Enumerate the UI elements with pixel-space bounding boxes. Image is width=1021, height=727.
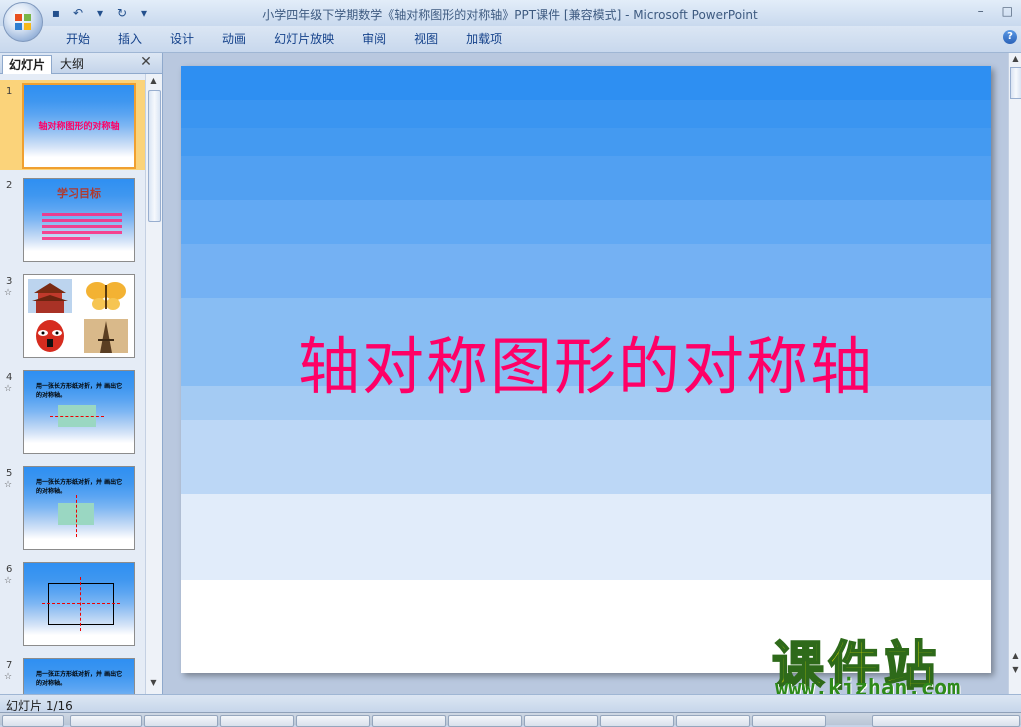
- save-icon[interactable]: ▪: [48, 5, 64, 21]
- slide-thumbnails: 1 轴对称图形的对称轴 2 学习目标 3 ☆ 4 ☆ 用一张长方形纸对折，并 画…: [0, 74, 145, 694]
- slide-number: 6: [6, 564, 13, 575]
- redo-icon[interactable]: ↻: [114, 5, 130, 21]
- slide-number: 1: [6, 86, 13, 97]
- office-logo-icon: [15, 14, 31, 30]
- tab-slideshow[interactable]: 幻灯片放映: [260, 30, 348, 48]
- scroll-up-icon[interactable]: ▲: [1010, 54, 1021, 66]
- tab-animations[interactable]: 动画: [208, 30, 260, 48]
- main-scrollbar[interactable]: ▲ ▲ ▼: [1008, 53, 1021, 694]
- pagoda-image: [28, 279, 72, 313]
- maximize-button[interactable]: □: [1002, 4, 1013, 18]
- thumbnail-row[interactable]: 1 轴对称图形的对称轴: [0, 80, 145, 170]
- symmetry-axis-line: [76, 495, 77, 537]
- slide-thumbnail[interactable]: 用一张正方形纸对折，并 画出它的对称轴。: [23, 658, 135, 694]
- butterfly-image: [84, 279, 128, 313]
- ribbon: 开始 插入 设计 动画 幻灯片放映 审阅 视图 加载项 ?: [0, 26, 1021, 53]
- image-grid: [28, 279, 128, 353]
- taskbar-button[interactable]: [448, 715, 522, 727]
- window-controls: – □: [978, 4, 1013, 18]
- slide-thumbnail[interactable]: [23, 562, 135, 646]
- tab-home[interactable]: 开始: [52, 30, 104, 48]
- scroll-up-icon[interactable]: ▲: [148, 76, 159, 88]
- thumbnail-row[interactable]: 3 ☆: [0, 270, 145, 360]
- scrollbar-thumb[interactable]: [1010, 67, 1021, 99]
- undo-dropdown-icon[interactable]: ▾: [92, 5, 108, 21]
- taskbar-button[interactable]: [220, 715, 294, 727]
- current-slide[interactable]: 轴对称图形的对称轴: [181, 66, 991, 673]
- slide-thumbnail[interactable]: [23, 274, 135, 358]
- slides-panel: 幻灯片 大纲 ✕ 1 轴对称图形的对称轴 2 学习目标 3 ☆ 4 ☆ 用一张长…: [0, 53, 163, 694]
- animation-icon: ☆: [4, 576, 13, 586]
- eiffel-tower-image: [84, 319, 128, 353]
- thumbnail-text: 用一张正方形纸对折，并 画出它的对称轴。: [36, 671, 123, 687]
- tab-outline[interactable]: 大纲: [54, 55, 90, 73]
- window-title: 小学四年级下学期数学《轴对称图形的对称轴》PPT课件 [兼容模式] - Micr…: [262, 8, 758, 22]
- slide-number: 3: [6, 276, 13, 287]
- scrollbar-thumb[interactable]: [148, 90, 161, 222]
- taskbar-button[interactable]: [144, 715, 218, 727]
- thumbnail-row[interactable]: 6 ☆: [0, 558, 145, 648]
- slide-number: 4: [6, 372, 13, 383]
- tab-review[interactable]: 审阅: [348, 30, 400, 48]
- slide-thumbnail[interactable]: 学习目标: [23, 178, 135, 262]
- thumbnail-row[interactable]: 2 学习目标: [0, 174, 145, 264]
- taskbar: [0, 712, 1021, 727]
- tab-view[interactable]: 视图: [400, 30, 452, 48]
- thumbnail-text-lines: [42, 213, 122, 243]
- taskbar-button[interactable]: [752, 715, 826, 727]
- taskbar-button[interactable]: [676, 715, 750, 727]
- taskbar-button[interactable]: [2, 715, 64, 727]
- animation-icon: ☆: [4, 672, 13, 682]
- tab-insert[interactable]: 插入: [104, 30, 156, 48]
- tab-slides[interactable]: 幻灯片: [2, 55, 53, 74]
- system-tray: [872, 715, 1020, 727]
- animation-icon: ☆: [4, 384, 13, 394]
- thumbnail-text: 用一张长方形纸对折，并 画出它的对称轴。: [36, 479, 123, 495]
- close-icon[interactable]: ✕: [139, 55, 153, 69]
- taskbar-button[interactable]: [70, 715, 142, 727]
- rectangle-outline: [48, 583, 114, 625]
- animation-icon: ☆: [4, 288, 13, 298]
- thumbnail-title: 学习目标: [57, 187, 101, 200]
- tab-addins[interactable]: 加载项: [452, 30, 516, 48]
- taskbar-button[interactable]: [600, 715, 674, 727]
- animation-icon: ☆: [4, 480, 13, 490]
- thumbnail-row[interactable]: 4 ☆ 用一张长方形纸对折，并 画出它的对称轴。: [0, 366, 145, 456]
- taskbar-button[interactable]: [296, 715, 370, 727]
- quick-access-toolbar: ▪ ↶ ▾ ↻ ▾: [48, 4, 152, 22]
- slide-title[interactable]: 轴对称图形的对称轴: [181, 316, 991, 406]
- tab-design[interactable]: 设计: [156, 30, 208, 48]
- thumbnail-text: 用一张长方形纸对折，并 画出它的对称轴。: [36, 383, 123, 399]
- taskbar-button[interactable]: [372, 715, 446, 727]
- opera-mask-image: [28, 319, 72, 353]
- symmetry-axis-line: [42, 603, 120, 604]
- scroll-down-icon[interactable]: ▼: [148, 678, 159, 690]
- ribbon-tabs: 开始 插入 设计 动画 幻灯片放映 审阅 视图 加载项: [52, 30, 516, 48]
- thumbnail-scrollbar[interactable]: ▲ ▼: [145, 74, 162, 694]
- undo-icon[interactable]: ↶: [70, 5, 86, 21]
- title-bar: ▪ ↶ ▾ ↻ ▾ 小学四年级下学期数学《轴对称图形的对称轴》PPT课件 [兼容…: [0, 0, 1021, 27]
- panel-tabs: 幻灯片 大纲 ✕: [0, 53, 162, 74]
- thumbnail-row[interactable]: 7 ☆ 用一张正方形纸对折，并 画出它的对称轴。: [0, 654, 145, 694]
- slide-number: 7: [6, 660, 13, 671]
- minimize-button[interactable]: –: [978, 4, 984, 18]
- customize-qat-icon[interactable]: ▾: [136, 5, 152, 21]
- symmetry-axis-line: [50, 416, 104, 417]
- help-icon[interactable]: ?: [1003, 30, 1017, 44]
- slide-number: 2: [6, 180, 13, 191]
- status-bar: 幻灯片 1/16: [0, 694, 1021, 713]
- office-button[interactable]: [3, 2, 43, 42]
- slide-thumbnail[interactable]: 用一张长方形纸对折，并 画出它的对称轴。: [23, 466, 135, 550]
- slide-thumbnail[interactable]: 用一张长方形纸对折，并 画出它的对称轴。: [23, 370, 135, 454]
- symmetry-axis-line: [80, 577, 81, 631]
- thumbnail-title: 轴对称图形的对称轴: [38, 122, 120, 132]
- thumbnail-row[interactable]: 5 ☆ 用一张长方形纸对折，并 画出它的对称轴。: [0, 462, 145, 552]
- slide-thumbnail[interactable]: 轴对称图形的对称轴: [22, 83, 136, 169]
- slide-number: 5: [6, 468, 13, 479]
- taskbar-button[interactable]: [524, 715, 598, 727]
